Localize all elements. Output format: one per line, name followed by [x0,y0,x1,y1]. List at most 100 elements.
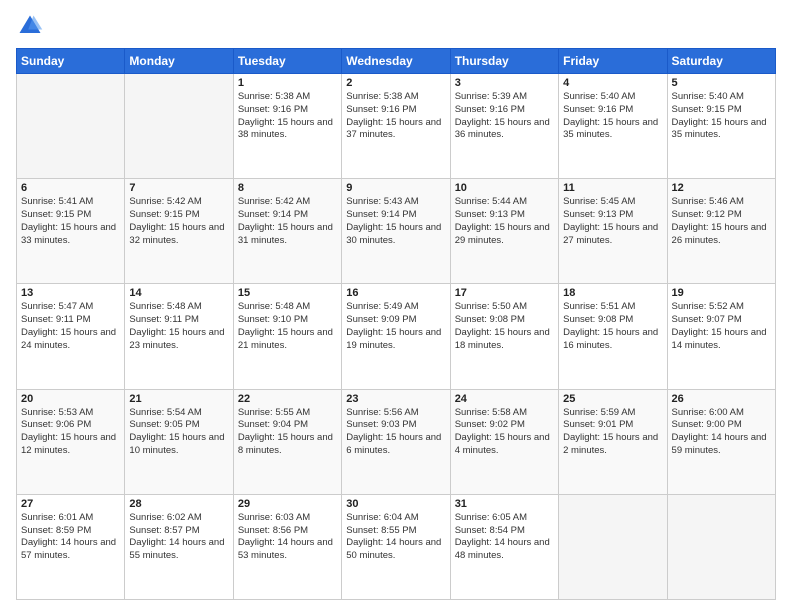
sunset-label: Sunset: 8:57 PM [129,525,199,536]
calendar-day-cell: 11 Sunrise: 5:45 AM Sunset: 9:13 PM Dayl… [559,179,667,284]
daylight-label: Daylight: 15 hours and 18 minutes. [455,327,550,351]
sunset-label: Sunset: 8:59 PM [21,525,91,536]
day-info: Sunrise: 6:03 AM Sunset: 8:56 PM Dayligh… [238,512,337,563]
sunset-label: Sunset: 9:08 PM [455,314,525,325]
calendar-table: SundayMondayTuesdayWednesdayThursdayFrid… [16,48,776,600]
day-number: 1 [238,77,337,89]
weekday-header: Wednesday [342,49,450,74]
daylight-label: Daylight: 15 hours and 19 minutes. [346,327,441,351]
sunset-label: Sunset: 9:06 PM [21,419,91,430]
sunrise-label: Sunrise: 5:55 AM [238,407,310,418]
sunrise-label: Sunrise: 5:40 AM [672,91,744,102]
day-info: Sunrise: 6:04 AM Sunset: 8:55 PM Dayligh… [346,512,445,563]
daylight-label: Daylight: 15 hours and 23 minutes. [129,327,224,351]
day-number: 30 [346,498,445,510]
weekday-header: Tuesday [233,49,341,74]
calendar-day-cell: 3 Sunrise: 5:39 AM Sunset: 9:16 PM Dayli… [450,74,558,179]
day-number: 25 [563,393,662,405]
day-info: Sunrise: 5:49 AM Sunset: 9:09 PM Dayligh… [346,301,445,352]
sunrise-label: Sunrise: 5:52 AM [672,301,744,312]
daylight-label: Daylight: 15 hours and 12 minutes. [21,432,116,456]
daylight-label: Daylight: 15 hours and 26 minutes. [672,222,767,246]
calendar-week-row: 20 Sunrise: 5:53 AM Sunset: 9:06 PM Dayl… [17,389,776,494]
day-info: Sunrise: 5:42 AM Sunset: 9:14 PM Dayligh… [238,196,337,247]
calendar-day-cell [17,74,125,179]
day-info: Sunrise: 5:38 AM Sunset: 9:16 PM Dayligh… [346,91,445,142]
day-info: Sunrise: 5:52 AM Sunset: 9:07 PM Dayligh… [672,301,771,352]
calendar-week-row: 27 Sunrise: 6:01 AM Sunset: 8:59 PM Dayl… [17,494,776,599]
day-number: 28 [129,498,228,510]
calendar-day-cell: 7 Sunrise: 5:42 AM Sunset: 9:15 PM Dayli… [125,179,233,284]
day-number: 6 [21,182,120,194]
day-info: Sunrise: 5:38 AM Sunset: 9:16 PM Dayligh… [238,91,337,142]
day-info: Sunrise: 5:58 AM Sunset: 9:02 PM Dayligh… [455,407,554,458]
day-number: 3 [455,77,554,89]
daylight-label: Daylight: 15 hours and 4 minutes. [455,432,550,456]
calendar-day-cell: 4 Sunrise: 5:40 AM Sunset: 9:16 PM Dayli… [559,74,667,179]
day-number: 10 [455,182,554,194]
daylight-label: Daylight: 15 hours and 35 minutes. [563,117,658,141]
sunset-label: Sunset: 9:16 PM [563,104,633,115]
day-number: 9 [346,182,445,194]
weekday-header: Friday [559,49,667,74]
day-number: 5 [672,77,771,89]
sunrise-label: Sunrise: 5:38 AM [346,91,418,102]
sunset-label: Sunset: 9:11 PM [129,314,199,325]
sunrise-label: Sunrise: 5:51 AM [563,301,635,312]
day-info: Sunrise: 5:42 AM Sunset: 9:15 PM Dayligh… [129,196,228,247]
day-number: 31 [455,498,554,510]
day-number: 2 [346,77,445,89]
calendar-day-cell: 25 Sunrise: 5:59 AM Sunset: 9:01 PM Dayl… [559,389,667,494]
day-info: Sunrise: 5:46 AM Sunset: 9:12 PM Dayligh… [672,196,771,247]
sunrise-label: Sunrise: 5:41 AM [21,196,93,207]
day-number: 16 [346,287,445,299]
day-info: Sunrise: 5:50 AM Sunset: 9:08 PM Dayligh… [455,301,554,352]
daylight-label: Daylight: 14 hours and 50 minutes. [346,537,441,561]
day-info: Sunrise: 6:05 AM Sunset: 8:54 PM Dayligh… [455,512,554,563]
daylight-label: Daylight: 15 hours and 29 minutes. [455,222,550,246]
day-number: 8 [238,182,337,194]
day-number: 4 [563,77,662,89]
sunset-label: Sunset: 9:01 PM [563,419,633,430]
calendar-day-cell: 23 Sunrise: 5:56 AM Sunset: 9:03 PM Dayl… [342,389,450,494]
calendar-day-cell [125,74,233,179]
sunset-label: Sunset: 9:12 PM [672,209,742,220]
day-info: Sunrise: 6:01 AM Sunset: 8:59 PM Dayligh… [21,512,120,563]
sunrise-label: Sunrise: 5:45 AM [563,196,635,207]
sunset-label: Sunset: 9:00 PM [672,419,742,430]
logo [16,12,48,40]
daylight-label: Daylight: 14 hours and 59 minutes. [672,432,767,456]
day-number: 26 [672,393,771,405]
daylight-label: Daylight: 14 hours and 48 minutes. [455,537,550,561]
sunrise-label: Sunrise: 5:48 AM [238,301,310,312]
day-info: Sunrise: 5:43 AM Sunset: 9:14 PM Dayligh… [346,196,445,247]
daylight-label: Daylight: 15 hours and 32 minutes. [129,222,224,246]
sunset-label: Sunset: 9:16 PM [346,104,416,115]
daylight-label: Daylight: 15 hours and 24 minutes. [21,327,116,351]
day-number: 27 [21,498,120,510]
sunrise-label: Sunrise: 5:44 AM [455,196,527,207]
daylight-label: Daylight: 15 hours and 33 minutes. [21,222,116,246]
sunrise-label: Sunrise: 5:47 AM [21,301,93,312]
sunrise-label: Sunrise: 5:40 AM [563,91,635,102]
calendar-day-cell: 14 Sunrise: 5:48 AM Sunset: 9:11 PM Dayl… [125,284,233,389]
daylight-label: Daylight: 15 hours and 16 minutes. [563,327,658,351]
day-info: Sunrise: 5:41 AM Sunset: 9:15 PM Dayligh… [21,196,120,247]
calendar-day-cell: 21 Sunrise: 5:54 AM Sunset: 9:05 PM Dayl… [125,389,233,494]
calendar-day-cell: 28 Sunrise: 6:02 AM Sunset: 8:57 PM Dayl… [125,494,233,599]
calendar-day-cell [559,494,667,599]
day-number: 13 [21,287,120,299]
day-number: 14 [129,287,228,299]
calendar-week-row: 13 Sunrise: 5:47 AM Sunset: 9:11 PM Dayl… [17,284,776,389]
day-number: 11 [563,182,662,194]
calendar-day-cell [667,494,775,599]
page: SundayMondayTuesdayWednesdayThursdayFrid… [0,0,792,612]
calendar-day-cell: 20 Sunrise: 5:53 AM Sunset: 9:06 PM Dayl… [17,389,125,494]
sunset-label: Sunset: 9:05 PM [129,419,199,430]
daylight-label: Daylight: 15 hours and 36 minutes. [455,117,550,141]
sunrise-label: Sunrise: 6:04 AM [346,512,418,523]
day-info: Sunrise: 5:40 AM Sunset: 9:16 PM Dayligh… [563,91,662,142]
day-number: 22 [238,393,337,405]
calendar-week-row: 6 Sunrise: 5:41 AM Sunset: 9:15 PM Dayli… [17,179,776,284]
sunrise-label: Sunrise: 5:56 AM [346,407,418,418]
